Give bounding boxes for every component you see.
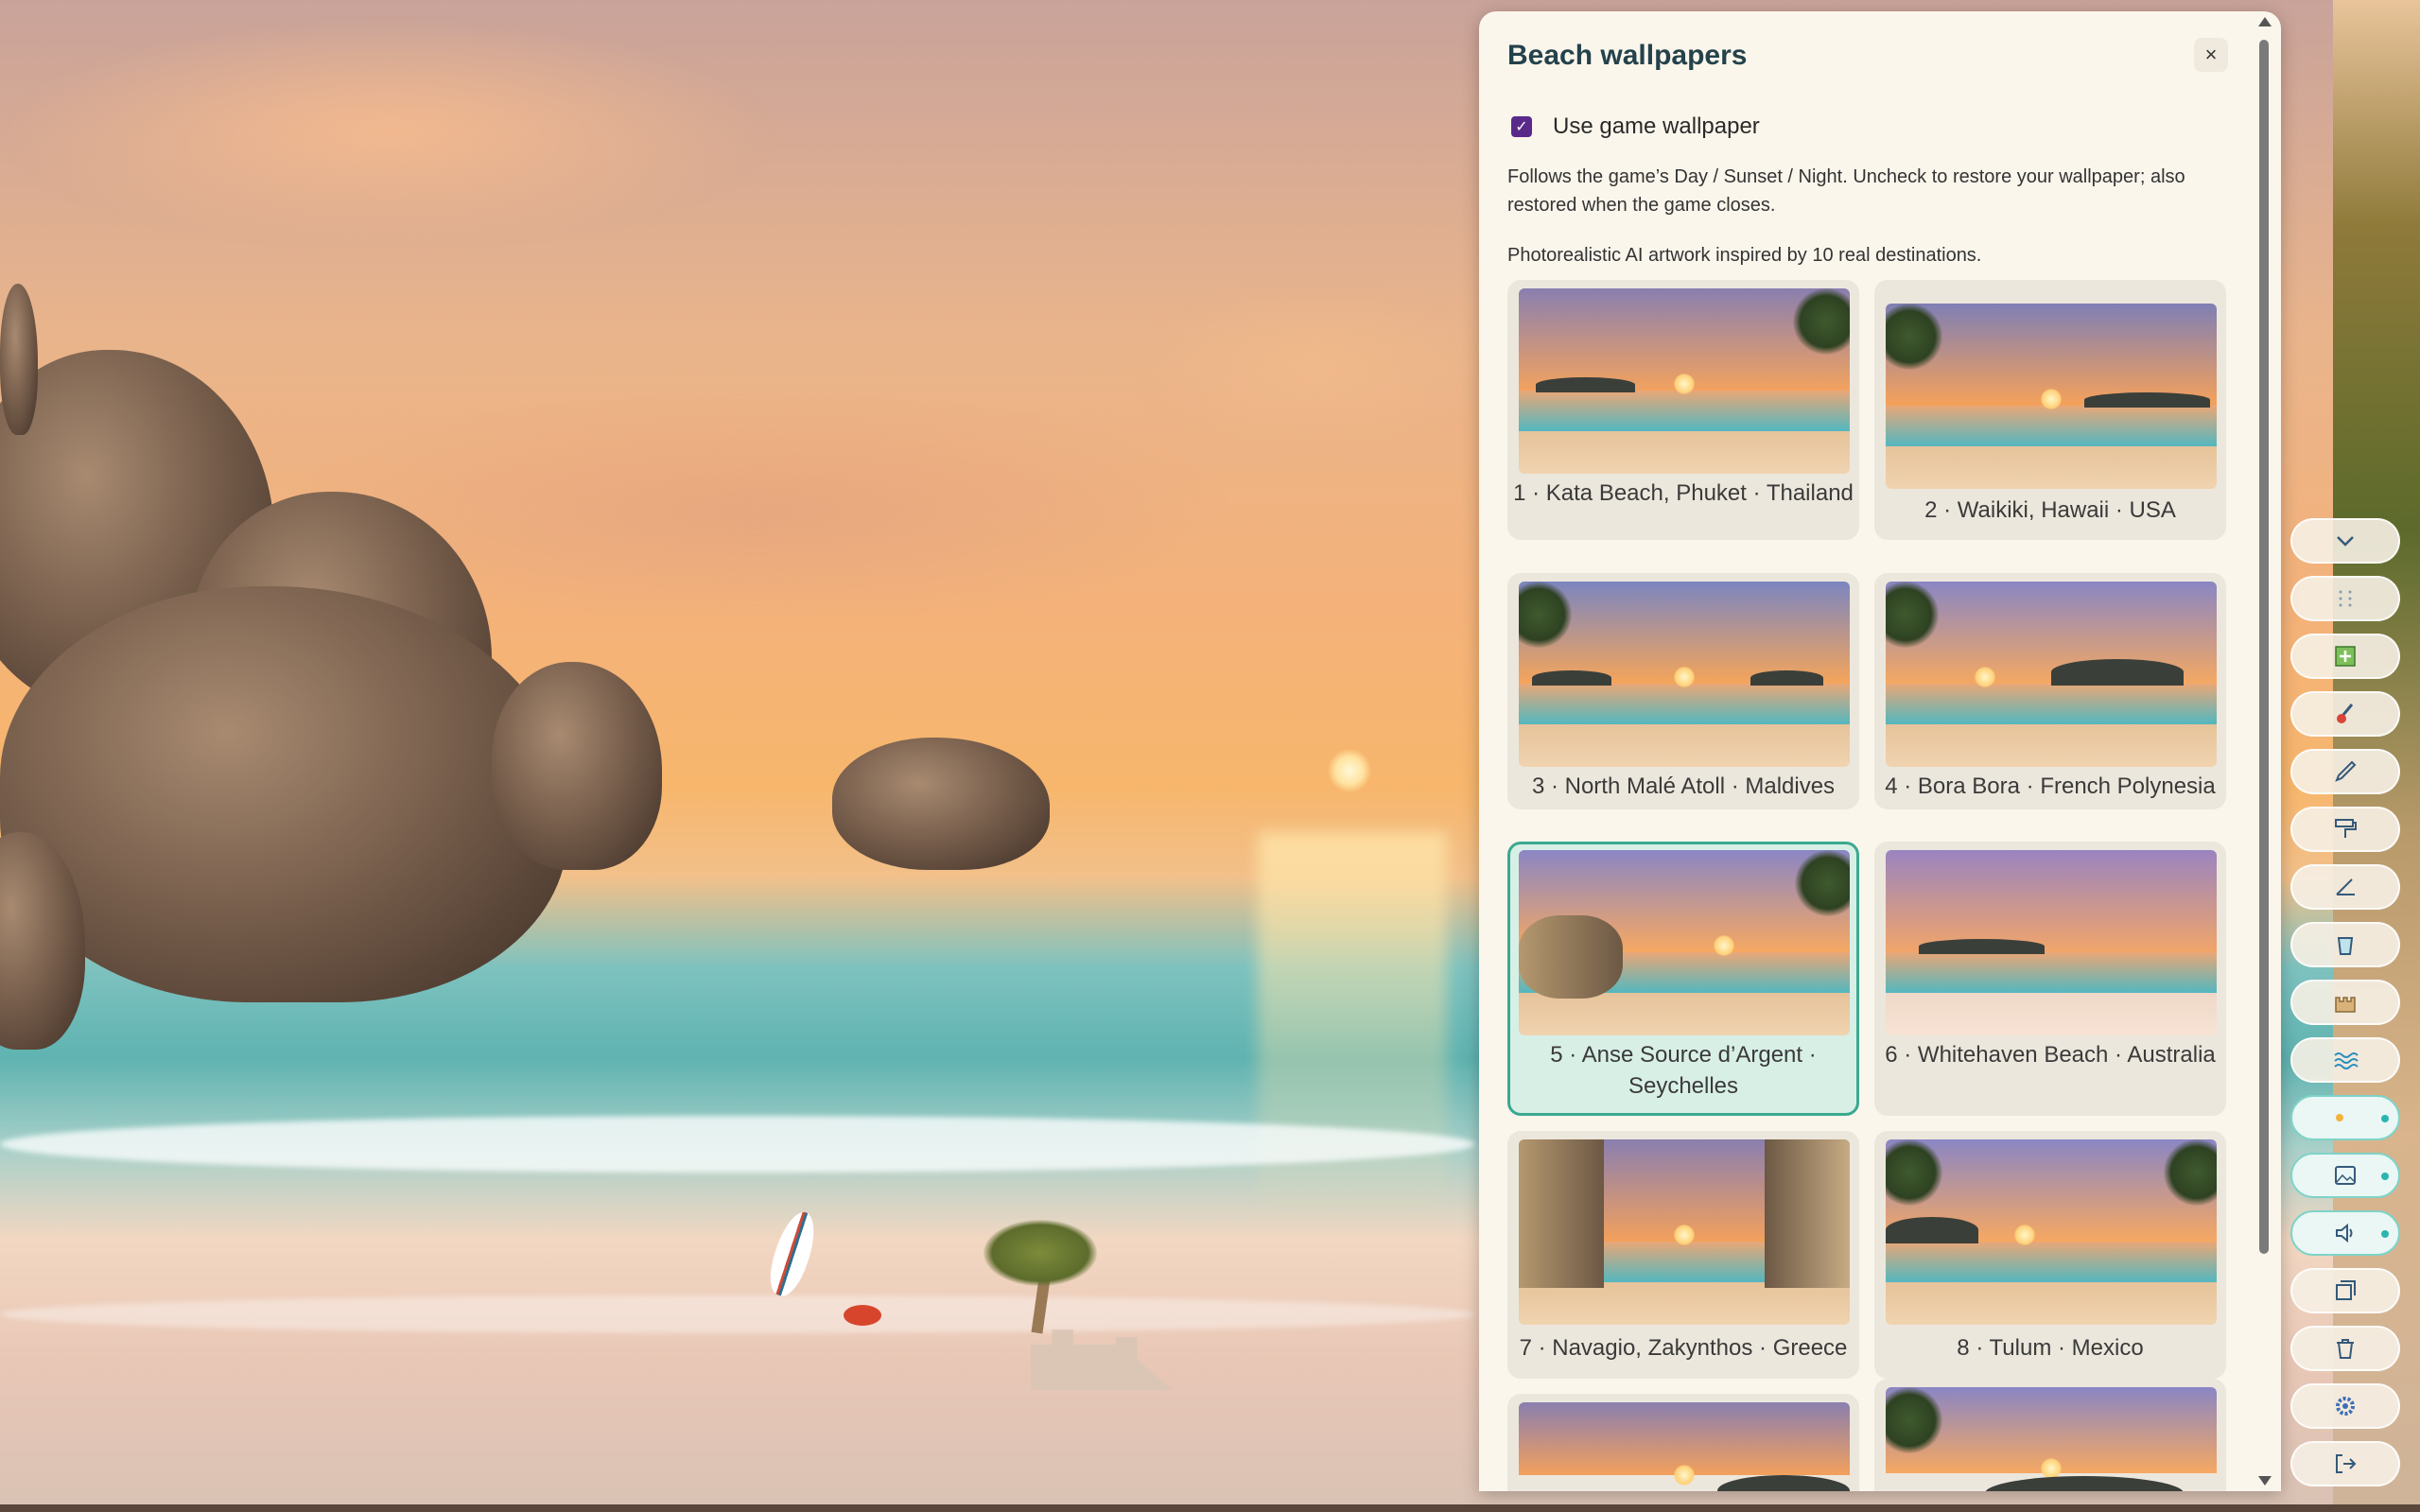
wallpaper-card-tulum[interactable]: 8 · Tulum · Mexico <box>1874 1131 2226 1379</box>
cloud <box>1135 284 1494 454</box>
wallpaper-card-navagio[interactable]: 7 · Navagio, Zakynthos · Greece <box>1507 1131 1859 1379</box>
line-tool-button[interactable] <box>2290 864 2400 910</box>
panel-description: Follows the game’s Day / Sunset / Night.… <box>1507 166 2185 216</box>
wallpaper-panel: Beach wallpapers × ✓ Use game wallpaper … <box>1479 11 2281 1491</box>
active-indicator <box>2381 1173 2389 1180</box>
wallpaper-label: 6 · Whitehaven Beach · Australia <box>1885 1042 2216 1068</box>
boulder <box>492 662 662 870</box>
chevron-down-icon <box>2337 536 2354 547</box>
plus-square-icon <box>2335 646 2356 667</box>
scroll-up-arrow-icon[interactable] <box>2258 17 2272 26</box>
palm-tree <box>984 1220 1097 1286</box>
wallpaper-thumbnail <box>1886 1139 2217 1325</box>
wallpaper-label: 5 · Anse Source d’Argent · Seychelles <box>1550 1042 1817 1099</box>
boulder <box>832 738 1050 870</box>
cloud <box>0 19 775 246</box>
sun-reflection <box>1258 832 1447 1229</box>
brush-button[interactable] <box>2290 691 2400 737</box>
panel-title: Beach wallpapers <box>1507 40 1748 71</box>
wallpaper-card-whitehaven[interactable]: 6 · Whitehaven Beach · Australia <box>1874 842 2226 1116</box>
wallpaper-label: 8 · Tulum · Mexico <box>1957 1335 2144 1361</box>
scroll-down-arrow-icon[interactable] <box>2258 1476 2272 1486</box>
settings-button[interactable] <box>2290 1383 2400 1429</box>
sun-moon-icon <box>2336 1110 2352 1125</box>
bucket-button[interactable] <box>2290 922 2400 967</box>
panel-credit: Photorealistic AI artwork inspired by 10… <box>1507 245 1982 266</box>
castle-icon <box>2335 997 2356 1013</box>
wallpaper-thumbnail <box>1519 850 1850 1035</box>
wallpaper-thumbnail <box>1519 1139 1850 1325</box>
day-night-toggle[interactable] <box>2290 1095 2400 1140</box>
wallpaper-thumbnail <box>1886 304 2217 489</box>
active-indicator <box>2381 1115 2389 1122</box>
image-icon <box>2335 1166 2356 1185</box>
angle-icon <box>2336 878 2355 895</box>
use-game-wallpaper-label[interactable]: Use game wallpaper <box>1553 113 1760 140</box>
waves-button[interactable] <box>2290 1037 2400 1083</box>
crab <box>844 1305 881 1326</box>
taskbar-edge <box>0 1504 2420 1512</box>
bucket-icon <box>2337 937 2354 955</box>
wallpaper-card-seychelles[interactable]: 5 · Anse Source d’Argent · Seychelles <box>1507 842 1859 1116</box>
brush-icon <box>2337 704 2354 723</box>
trash-icon <box>2337 1339 2354 1359</box>
wallpaper-toggle[interactable] <box>2290 1153 2400 1198</box>
gear-icon <box>2336 1397 2355 1416</box>
wallpaper-thumbnail <box>1886 582 2217 767</box>
wave-foam <box>0 1295 1475 1333</box>
use-game-wallpaper-checkbox[interactable]: ✓ <box>1511 116 1532 137</box>
pen-button[interactable] <box>2290 749 2400 794</box>
wallpaper-label: 2 · Waikiki, Hawaii · USA <box>1924 497 2176 523</box>
castle-button[interactable] <box>2290 980 2400 1025</box>
paint-roller-button[interactable] <box>2290 807 2400 852</box>
wallpaper-card-10[interactable] <box>1874 1379 2226 1491</box>
collapse-button[interactable] <box>2290 518 2400 564</box>
wallpaper-thumbnail <box>1886 1387 2217 1491</box>
panel-scrollbar[interactable] <box>2255 11 2273 1491</box>
active-indicator <box>2381 1230 2389 1238</box>
add-button[interactable] <box>2290 634 2400 679</box>
window-button[interactable] <box>2290 1268 2400 1313</box>
exit-button[interactable] <box>2290 1441 2400 1486</box>
wallpaper-label: 4 · Bora Bora · French Polynesia <box>1885 773 2216 799</box>
wallpaper-label: 1 · Kata Beach, Phuket · Thailand <box>1513 480 1854 506</box>
wallpaper-thumbnail <box>1519 582 1850 767</box>
grid-button[interactable] <box>2290 576 2400 621</box>
pen-icon <box>2335 760 2357 782</box>
wallpaper-card-9[interactable] <box>1507 1394 1859 1491</box>
wallpaper-thumbnail <box>1886 850 2217 1035</box>
wallpaper-label: 3 · North Malé Atoll · Maldives <box>1531 773 1836 799</box>
close-button[interactable]: × <box>2194 38 2228 72</box>
sun <box>1328 749 1371 792</box>
exit-icon <box>2336 1454 2357 1473</box>
wallpaper-card-maldives[interactable]: 3 · North Malé Atoll · Maldives <box>1507 573 1859 809</box>
wallpaper-card-bora-bora[interactable]: 4 · Bora Bora · French Polynesia <box>1874 573 2226 809</box>
wave-foam <box>0 1116 1475 1173</box>
boulder <box>0 284 38 435</box>
window-icon <box>2336 1280 2356 1300</box>
paint-roller-icon <box>2335 819 2357 838</box>
wallpaper-card-waikiki[interactable]: 2 · Waikiki, Hawaii · USA <box>1874 280 2226 540</box>
wallpaper-thumbnail <box>1519 1402 1850 1491</box>
delete-button[interactable] <box>2290 1326 2400 1371</box>
wallpaper-card-kata[interactable]: 1 · Kata Beach, Phuket · Thailand <box>1507 280 1859 540</box>
wallpaper-label: 7 · Navagio, Zakynthos · Greece <box>1519 1335 1848 1361</box>
dots-grid-icon <box>2339 590 2352 607</box>
waves-icon <box>2334 1052 2359 1069</box>
speaker-icon <box>2336 1223 2353 1243</box>
wallpaper-thumbnail <box>1519 288 1850 474</box>
use-game-wallpaper-row[interactable]: ✓ Use game wallpaper <box>1511 113 1760 140</box>
surfboard <box>762 1207 823 1301</box>
sound-toggle[interactable] <box>2290 1210 2400 1256</box>
scroll-thumb[interactable] <box>2259 40 2269 1254</box>
